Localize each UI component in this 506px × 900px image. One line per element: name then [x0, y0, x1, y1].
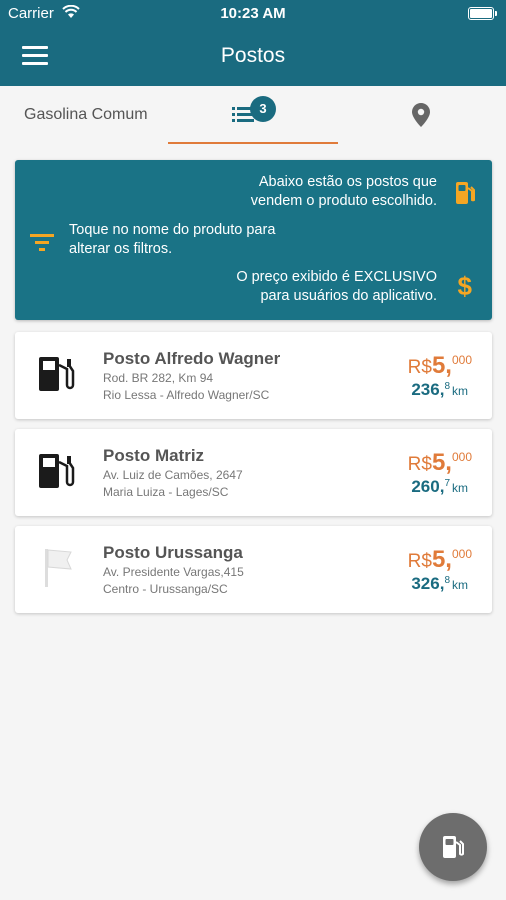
fuel-pump-icon	[37, 448, 77, 497]
station-card[interactable]: Posto Alfredo Wagner Rod. BR 282, Km 94 …	[15, 332, 492, 419]
station-name[interactable]: Posto Matriz	[103, 446, 204, 466]
flag-icon	[37, 545, 77, 594]
station-city: Rio Lessa - Alfredo Wagner/SC	[103, 388, 270, 402]
list-count-badge: 3	[250, 96, 276, 122]
station-city: Centro - Urussanga/SC	[103, 582, 228, 596]
navigation-bar: Postos	[0, 28, 506, 86]
station-distance: 236,8 km	[411, 380, 468, 399]
tab-bar: Gasolina Comum 3	[0, 86, 506, 146]
station-address: Rod. BR 282, Km 94	[103, 371, 214, 385]
station-name[interactable]: Posto Alfredo Wagner	[103, 349, 280, 369]
station-price: R$5,000	[407, 546, 472, 573]
station-card[interactable]: Posto Matriz Av. Luiz de Camões, 2647 Ma…	[15, 429, 492, 516]
tab-map[interactable]	[338, 86, 506, 146]
page-title: Postos	[220, 44, 286, 67]
fuel-station-icon	[454, 180, 476, 211]
battery-icon	[468, 7, 497, 20]
station-address: Av. Presidente Vargas,415	[103, 565, 244, 579]
station-distance: 326,8 km	[411, 574, 468, 593]
station-card[interactable]: Posto Urussanga Av. Presidente Vargas,41…	[15, 526, 492, 613]
status-bar: Carrier 10:23 AM	[0, 0, 506, 28]
clock: 10:23 AM	[220, 5, 286, 22]
tab-list[interactable]: 3	[168, 86, 338, 146]
station-name[interactable]: Posto Urussanga	[103, 543, 243, 563]
info-line-products: Abaixo estão os postos que vendem o prod…	[250, 174, 437, 209]
fuel-pump-icon	[37, 351, 77, 400]
product-filter-label: Gasolina Comum	[24, 106, 148, 123]
active-tab-indicator	[168, 142, 338, 144]
station-distance: 260,7 km	[411, 477, 468, 496]
station-price: R$5,000	[407, 449, 472, 476]
filter-icon[interactable]	[30, 233, 54, 256]
station-city: Maria Luiza - Lages/SC	[103, 485, 229, 499]
dollar-icon: $	[457, 271, 472, 301]
station-address: Av. Luiz de Camões, 2647	[103, 468, 243, 482]
info-line-filters: Toque no nome do produto para alterar os…	[69, 222, 276, 257]
tab-product-filter[interactable]: Gasolina Comum	[0, 86, 168, 146]
info-banner: Abaixo estão os postos que vendem o prod…	[15, 160, 492, 320]
station-price: R$5,000	[407, 352, 472, 379]
map-pin-icon	[412, 103, 430, 132]
fuel-station-icon	[441, 833, 465, 866]
info-line-exclusive-price: O preço exibido é EXCLUSIVO para usuário…	[236, 269, 437, 304]
fuel-fab-button[interactable]	[419, 813, 487, 881]
